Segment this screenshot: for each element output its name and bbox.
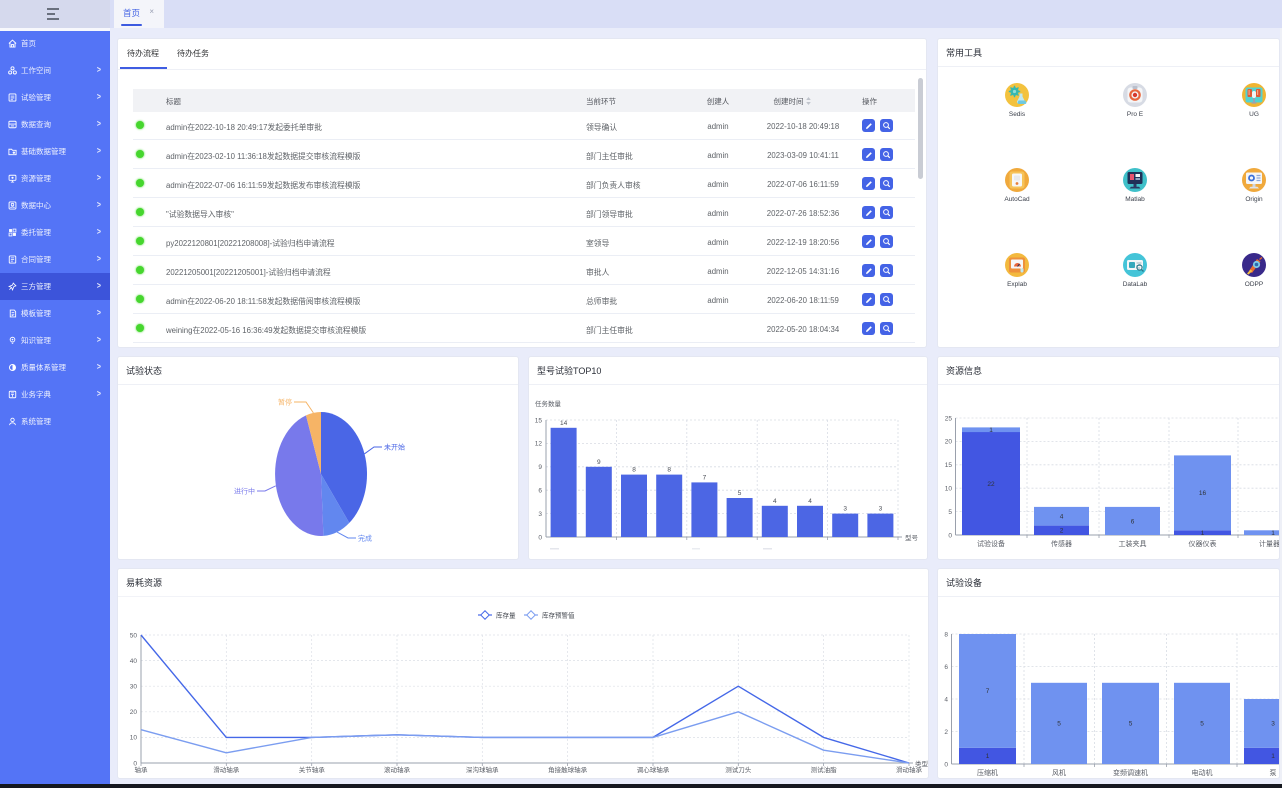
svg-text:计量器具: 计量器具 [1259,539,1280,548]
svg-text:1: 1 [1271,753,1275,760]
svg-text:22: 22 [987,481,995,488]
svg-text:4: 4 [808,498,812,505]
svg-text:0: 0 [538,534,542,541]
svg-text:20: 20 [130,709,138,716]
svg-text:关节轴承: 关节轴承 [299,765,326,774]
svg-text:1: 1 [986,753,990,760]
svg-text:传感器: 传感器 [1051,539,1072,548]
svg-text:仪器仪表: 仪器仪表 [1189,539,1217,548]
svg-text:1: 1 [989,427,993,434]
svg-text:9: 9 [597,459,601,466]
svg-text:7: 7 [986,688,990,695]
svg-text:1: 1 [1201,530,1205,537]
svg-text:8: 8 [944,631,948,638]
svg-text:泵: 泵 [1270,769,1277,777]
svg-text:7: 7 [703,474,707,481]
svg-text:6: 6 [538,488,542,495]
svg-text:0: 0 [944,761,948,768]
svg-text:5: 5 [948,509,952,516]
svg-text:滚动轴承: 滚动轴承 [384,765,411,774]
svg-text:电动机: 电动机 [1192,768,1213,777]
svg-text:角接触球轴承: 角接触球轴承 [548,765,588,774]
svg-text:1: 1 [1271,530,1275,537]
svg-text:完成: 完成 [358,534,372,543]
svg-text:调心球轴承: 调心球轴承 [637,765,670,774]
svg-text:进行中: 进行中 [234,487,255,496]
svg-text:9: 9 [538,464,542,471]
svg-text:未开始: 未开始 [384,443,405,452]
svg-text:12: 12 [535,441,543,448]
svg-text:任务数量: 任务数量 [535,399,562,408]
svg-text:5: 5 [1129,721,1133,728]
svg-text:5: 5 [738,490,742,497]
svg-text:3: 3 [879,506,883,513]
svg-text:变频调速机: 变频调速机 [1113,768,1148,777]
svg-text:2: 2 [1060,528,1064,535]
svg-text:5: 5 [1200,721,1204,728]
svg-text:16: 16 [1199,490,1207,497]
svg-text:20: 20 [945,439,953,446]
svg-text:试验设备: 试验设备 [977,539,1005,548]
svg-text:6: 6 [944,664,948,671]
svg-text:3: 3 [843,506,847,513]
svg-text:15: 15 [535,417,543,424]
svg-text:40: 40 [130,658,138,665]
svg-text:8: 8 [667,467,671,474]
svg-text:3: 3 [1271,721,1275,728]
svg-text:压缩机: 压缩机 [977,768,998,777]
svg-text:4: 4 [1060,514,1064,521]
svg-text:30: 30 [130,684,138,691]
svg-text:50: 50 [130,632,138,639]
svg-text:3: 3 [538,511,542,518]
svg-text:4: 4 [944,696,948,703]
svg-text:4: 4 [773,498,777,505]
svg-text:库存量: 库存量 [496,611,516,620]
svg-text:深沟球轴承: 深沟球轴承 [466,765,499,774]
svg-text:暂停: 暂停 [278,398,292,407]
svg-text:工装夹具: 工装夹具 [1119,539,1147,548]
svg-text:15: 15 [945,462,953,469]
svg-text:滑动轴承: 滑动轴承 [213,765,240,774]
svg-text:5: 5 [1057,721,1061,728]
svg-text:0: 0 [948,532,952,539]
svg-text:10: 10 [130,735,138,742]
svg-text:2: 2 [944,729,948,736]
svg-text:类型: 类型 [915,759,928,768]
svg-text:测试刀头: 测试刀头 [725,765,752,774]
svg-text:风机: 风机 [1052,768,1066,777]
svg-text:库存预警值: 库存预警值 [542,611,575,620]
svg-text:8: 8 [632,467,636,474]
svg-text:轴承: 轴承 [135,765,149,774]
svg-text:14: 14 [560,420,568,427]
svg-text:10: 10 [945,486,953,493]
svg-text:6: 6 [1131,518,1135,525]
svg-text:25: 25 [945,415,953,422]
svg-text:型号: 型号 [905,533,919,542]
svg-text:测试油脂: 测试油脂 [811,765,838,774]
